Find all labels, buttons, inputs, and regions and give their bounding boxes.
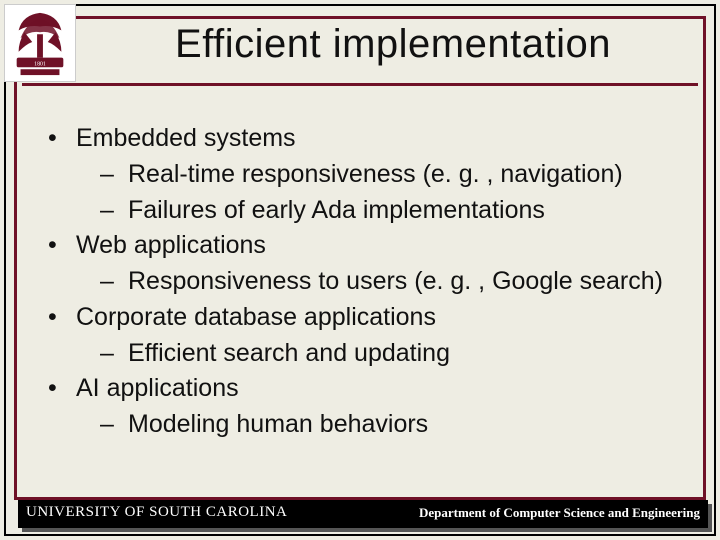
footer-bar: UNIVERSITY OF SOUTH CAROLINA Department … (18, 500, 708, 528)
svg-text:1801: 1801 (34, 61, 46, 67)
palmetto-tree-icon: 1801 (5, 5, 75, 81)
bullet-text: Embedded systems (76, 124, 296, 152)
list-item: Failures of early Ada implementations (48, 194, 690, 228)
list-item: Responsiveness to users (e. g. , Google … (48, 265, 690, 299)
list-item: Real-time responsiveness (e. g. , naviga… (48, 158, 690, 192)
footer-university: UNIVERSITY OF SOUTH CAROLINA (26, 504, 287, 521)
list-item: Modeling human behaviors (48, 408, 690, 442)
bullet-text: Failures of early Ada implementations (128, 196, 545, 224)
bullet-text: Efficient search and updating (128, 339, 450, 367)
bullet-text: Responsiveness to users (e. g. , Google … (128, 267, 663, 295)
bullet-text: Corporate database applications (76, 303, 436, 331)
title-underline (22, 83, 698, 86)
list-item: Web applications (48, 229, 690, 263)
bullet-text: Real-time responsiveness (e. g. , naviga… (128, 160, 623, 188)
list-item: Embedded systems (48, 122, 690, 156)
title-area: Efficient implementation (90, 22, 696, 67)
bullet-text: AI applications (76, 374, 239, 402)
slide-content: Embedded systems Real-time responsivenes… (48, 122, 690, 444)
bullet-text: Modeling human behaviors (128, 410, 428, 438)
slide-title: Efficient implementation (90, 22, 696, 67)
footer-department: Department of Computer Science and Engin… (419, 505, 700, 521)
list-item: Efficient search and updating (48, 337, 690, 371)
university-logo: 1801 (4, 4, 76, 82)
bullet-text: Web applications (76, 231, 266, 259)
list-item: Corporate database applications (48, 301, 690, 335)
list-item: AI applications (48, 372, 690, 406)
